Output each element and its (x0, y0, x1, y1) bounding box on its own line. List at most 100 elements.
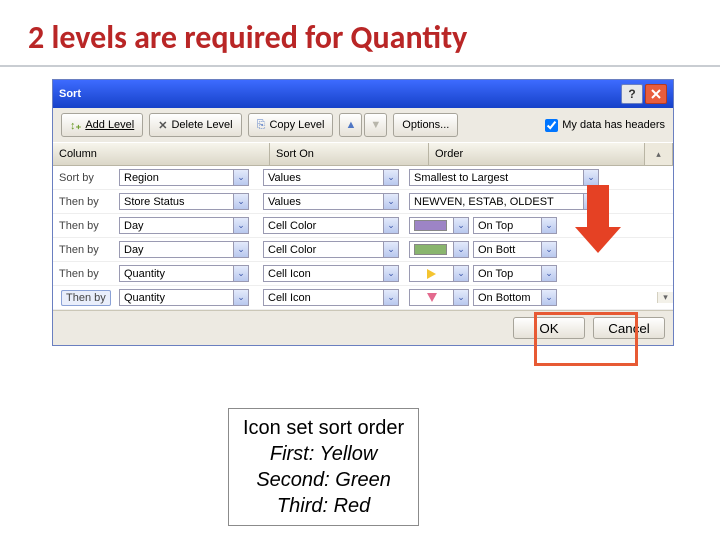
dialog-toolbar: ↕₊ Add Level ✕ Delete Level ⎘ Copy Level… (53, 108, 673, 142)
combo[interactable]: NEWVEN, ESTAB, OLDEST⌄ (409, 193, 599, 210)
position-text: On Top (474, 268, 541, 280)
order-cell: Smallest to Largest⌄ (409, 169, 657, 186)
chevron-down-icon: ⌄ (233, 266, 248, 281)
note-line3: Third: Red (243, 493, 404, 519)
arrow-up-icon: ▲ (345, 119, 356, 131)
headers-checkbox[interactable] (545, 119, 558, 132)
sort-level-row[interactable]: Sort byRegion⌄Values⌄Smallest to Largest… (53, 166, 673, 190)
combo[interactable]: On Bottom⌄ (473, 289, 557, 306)
sorton-text: Values (264, 172, 383, 184)
headers-label: My data has headers (562, 119, 665, 131)
combo[interactable]: Day⌄ (119, 241, 249, 258)
row-label: Then by (53, 220, 119, 232)
options-button[interactable]: Options... (393, 113, 458, 137)
delete-level-label: Delete Level (171, 119, 232, 131)
delete-level-icon: ✕ (158, 119, 167, 132)
sort-level-row[interactable]: Then byDay⌄Cell Color⌄⌄On Top⌄ (53, 214, 673, 238)
column-text: Day (120, 244, 233, 256)
chevron-down-icon: ⌄ (453, 266, 468, 281)
scroll-down-button[interactable]: ▾ (657, 292, 673, 303)
annotation-note: Icon set sort order First: Yellow Second… (228, 408, 419, 526)
order-cell: ⌄On Bottom⌄ (409, 289, 657, 306)
help-button[interactable]: ? (621, 84, 643, 104)
chevron-down-icon: ⌄ (541, 290, 556, 305)
chevron-down-icon: ⌄ (233, 194, 248, 209)
combo[interactable]: Store Status⌄ (119, 193, 249, 210)
sorton-text: Cell Color (264, 220, 383, 232)
chevron-down-icon: ⌄ (541, 218, 556, 233)
scroll-up-button[interactable]: ▴ (645, 143, 673, 165)
combo[interactable]: Cell Icon⌄ (263, 289, 399, 306)
combo[interactable]: ⌄ (409, 289, 469, 306)
combo[interactable]: On Top⌄ (473, 265, 557, 282)
headers-checkbox-wrap[interactable]: My data has headers (545, 119, 665, 132)
close-button[interactable] (645, 84, 667, 104)
order-text: Smallest to Largest (410, 172, 583, 184)
combo[interactable]: ⌄ (409, 265, 469, 282)
color-swatch (414, 220, 447, 231)
header-order: Order (429, 143, 645, 165)
combo[interactable]: Values⌄ (263, 193, 399, 210)
order-cell: ⌄ On Bott⌄ (409, 241, 657, 258)
slide-title: 2 levels are required for Quantity (0, 0, 720, 67)
column-text: Quantity (120, 268, 233, 280)
sorton-text: Cell Color (264, 244, 383, 256)
chevron-down-icon: ⌄ (541, 266, 556, 281)
ok-button[interactable]: OK (513, 317, 585, 339)
combo[interactable]: Cell Icon⌄ (263, 265, 399, 282)
arrow-right-icon (427, 269, 436, 279)
chevron-down-icon: ⌄ (453, 242, 468, 257)
chevron-down-icon: ⌄ (453, 290, 468, 305)
chevron-down-icon: ⌄ (383, 290, 398, 305)
column-text: Day (120, 220, 233, 232)
combo[interactable]: On Bott⌄ (473, 241, 557, 258)
copy-level-button[interactable]: ⎘ Copy Level (248, 113, 334, 137)
sort-dialog: Sort ? ↕₊ Add Level ✕ Delete Level ⎘ Cop… (52, 79, 674, 346)
order-text: NEWVEN, ESTAB, OLDEST (410, 196, 583, 208)
combo[interactable]: Quantity⌄ (119, 265, 249, 282)
header-sorton: Sort On (270, 143, 429, 165)
combo[interactable]: ⌄ (409, 217, 469, 234)
column-text: Quantity (120, 292, 233, 304)
arrow-down-icon: ▼ (370, 119, 381, 131)
combo[interactable]: Cell Color⌄ (263, 241, 399, 258)
add-level-button[interactable]: ↕₊ Add Level (61, 113, 143, 137)
options-label: Options... (402, 119, 449, 131)
chevron-down-icon: ⌄ (583, 170, 598, 185)
add-level-icon: ↕₊ (70, 119, 81, 132)
dialog-titlebar[interactable]: Sort ? (53, 80, 673, 108)
combo[interactable]: Cell Color⌄ (263, 217, 399, 234)
combo[interactable]: ⌄ (409, 241, 469, 258)
sort-level-row[interactable]: Then byStore Status⌄Values⌄NEWVEN, ESTAB… (53, 190, 673, 214)
move-down-button[interactable]: ▼ (364, 113, 387, 137)
sort-level-row[interactable]: Then byQuantity⌄Cell Icon⌄⌄On Top⌄ (53, 262, 673, 286)
sort-level-row[interactable]: Then byDay⌄Cell Color⌄⌄On Bott⌄ (53, 238, 673, 262)
chevron-down-icon: ⌄ (583, 194, 598, 209)
row-label: Then by (53, 268, 119, 280)
copy-level-label: Copy Level (269, 119, 324, 131)
combo[interactable]: Quantity⌄ (119, 289, 249, 306)
note-line2: Second: Green (243, 467, 404, 493)
row-label: Then by (53, 244, 119, 256)
arrow-down-icon (427, 293, 437, 302)
cancel-button[interactable]: Cancel (593, 317, 665, 339)
combo[interactable]: Region⌄ (119, 169, 249, 186)
chevron-down-icon: ⌄ (453, 218, 468, 233)
combo[interactable]: Values⌄ (263, 169, 399, 186)
row-label: Then by (53, 292, 119, 304)
sort-level-row[interactable]: Then byQuantity⌄Cell Icon⌄⌄On Bottom⌄▾ (53, 286, 673, 310)
delete-level-button[interactable]: ✕ Delete Level (149, 113, 241, 137)
column-text: Region (120, 172, 233, 184)
combo[interactable]: Day⌄ (119, 217, 249, 234)
note-title: Icon set sort order (243, 415, 404, 441)
copy-level-icon: ⎘ (257, 119, 266, 132)
chevron-down-icon: ⌄ (233, 290, 248, 305)
sorton-text: Cell Icon (264, 268, 383, 280)
combo[interactable]: On Top⌄ (473, 217, 557, 234)
position-text: On Bott (474, 244, 541, 256)
chevron-down-icon: ⌄ (383, 242, 398, 257)
sort-grid-body: Sort byRegion⌄Values⌄Smallest to Largest… (53, 166, 673, 310)
move-up-button[interactable]: ▲ (339, 113, 362, 137)
combo[interactable]: Smallest to Largest⌄ (409, 169, 599, 186)
order-cell: ⌄On Top⌄ (409, 217, 657, 234)
